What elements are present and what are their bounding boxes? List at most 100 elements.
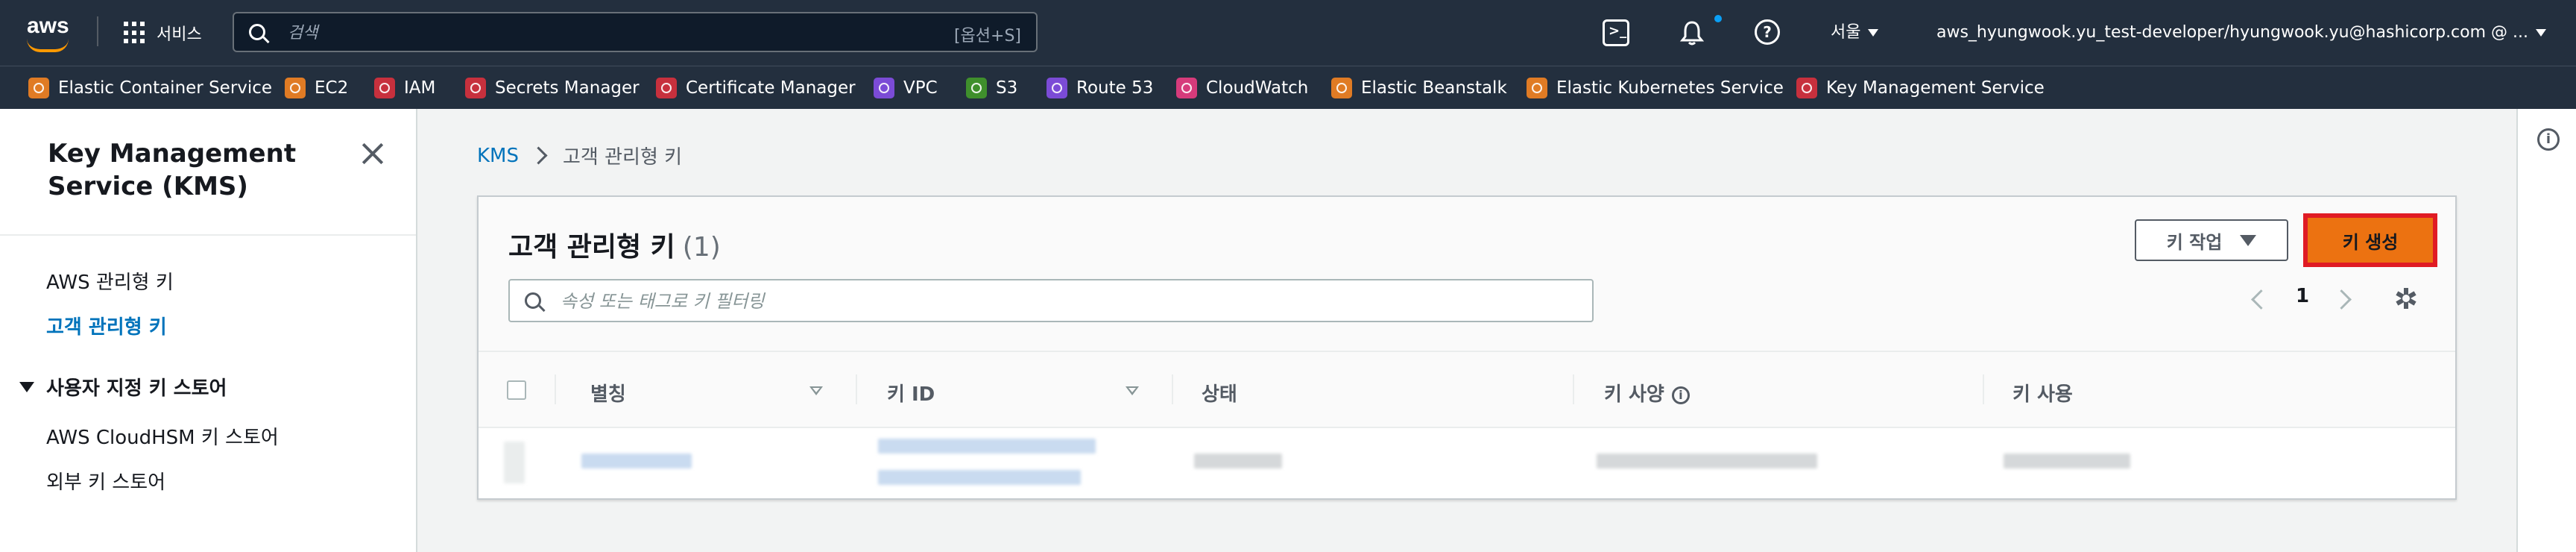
certificate-manager-service-icon (656, 78, 677, 98)
account-menu[interactable]: aws_hyungwook.yu_test-developer/hyungwoo… (1936, 18, 2547, 48)
services-label: 서비스 (157, 25, 202, 44)
elastic-beanstalk-service-icon (1331, 78, 1352, 98)
favorite-label: S3 (996, 78, 1018, 98)
favorite-elastic-beanstalk[interactable]: Elastic Beanstalk (1331, 75, 1507, 101)
redacted-key-id-line-1[interactable] (878, 439, 1096, 454)
cloudwatch-service-icon (1176, 78, 1197, 98)
sidebar-section-custom-key-stores[interactable]: 사용자 지정 키 스토어 (19, 373, 227, 401)
key-spec-label: 키 사양 (1604, 383, 1664, 406)
info-icon[interactable]: i (1671, 386, 1690, 404)
region-selector[interactable]: 서울 (1831, 18, 1879, 48)
favorite-s3[interactable]: S3 (966, 75, 1017, 101)
caret-down-icon (2240, 234, 2257, 246)
favorite-ecs[interactable]: Elastic Container Service (28, 75, 272, 101)
favorite-cloudwatch[interactable]: CloudWatch (1176, 75, 1308, 101)
sidebar-item-external-key-stores[interactable]: 외부 키 스토어 (46, 467, 165, 495)
column-header-status[interactable]: 상태 (1202, 379, 1237, 407)
route53-service-icon (1046, 78, 1067, 98)
chevron-right-icon (529, 146, 548, 165)
breadcrumb: KMS 고객 관리형 키 (477, 142, 682, 169)
account-label: aws_hyungwook.yu_test-developer/hyungwoo… (1936, 23, 2529, 42)
cloudshell-icon[interactable] (1603, 19, 1629, 46)
notification-dot (1714, 15, 1722, 22)
column-separator (555, 374, 556, 404)
sort-icon[interactable] (1126, 386, 1139, 395)
global-search-box[interactable]: [옵션+S] (233, 12, 1038, 52)
favorite-vpc[interactable]: VPC (874, 75, 938, 101)
kms-service-icon (1796, 78, 1817, 98)
eks-service-icon (1527, 78, 1547, 98)
favorite-secrets-manager[interactable]: Secrets Manager (465, 75, 640, 101)
create-key-button[interactable]: 키 생성 (2303, 213, 2437, 267)
sidebar-divider (0, 234, 416, 236)
sidebar: Key Management Service (KMS) AWS 관리형 키 고… (0, 109, 417, 552)
help-icon[interactable]: ? (1755, 19, 1780, 45)
sidebar-item-customer-managed-keys[interactable]: 고객 관리형 키 (46, 312, 167, 339)
help-panel-rail: i (2516, 109, 2576, 552)
favorite-iam[interactable]: IAM (374, 75, 435, 101)
nav-divider (97, 16, 98, 46)
info-icon[interactable]: i (2537, 128, 2560, 151)
chevron-down-icon (2536, 29, 2547, 37)
favorite-label: Secrets Manager (495, 78, 640, 98)
sidebar-title[interactable]: Key Management Service (KMS) (48, 137, 331, 203)
region-label: 서울 (1831, 23, 1861, 42)
top-navigation: aws 서비스 [옵션+S] ? 서울 aws_hyungwook.yu_tes… (0, 0, 2576, 66)
page-number[interactable]: 1 (2296, 285, 2309, 307)
column-header-alias[interactable]: 별칭 (590, 379, 626, 407)
key-filter-input[interactable] (559, 288, 1531, 315)
favorite-label: Key Management Service (1826, 78, 2045, 98)
close-icon[interactable] (358, 139, 388, 169)
customer-managed-keys-panel: 고객 관리형 키(1) 키 작업 키 생성 1 별칭 키 ID (477, 195, 2457, 500)
column-header-key-spec[interactable]: 키 사양 i (1604, 379, 1690, 407)
panel-title-text: 고객 관리형 키 (508, 232, 675, 263)
sort-icon[interactable] (809, 386, 823, 395)
favorite-kms[interactable]: Key Management Service (1796, 75, 2045, 101)
redacted-alias[interactable] (581, 454, 692, 468)
key-actions-button[interactable]: 키 작업 (2135, 219, 2288, 261)
column-header-key-id[interactable]: 키 ID (887, 379, 935, 407)
key-filter-box[interactable] (508, 279, 1594, 322)
favorite-label: Route 53 (1076, 78, 1154, 98)
breadcrumb-kms-link[interactable]: KMS (477, 145, 519, 167)
favorite-label: VPC (903, 78, 938, 98)
panel-header: 고객 관리형 키(1) 키 작업 키 생성 1 (479, 197, 2455, 352)
redacted-key-id-line-2[interactable] (878, 470, 1081, 485)
search-icon (249, 24, 265, 40)
table-header: 별칭 키 ID 상태 키 사양 i 키 사용 (479, 352, 2455, 428)
column-separator (1573, 374, 1574, 404)
services-menu-button[interactable]: 서비스 (124, 18, 202, 48)
gear-hole (2402, 295, 2410, 302)
table-row[interactable] (479, 428, 2455, 498)
create-key-label: 키 생성 (2342, 231, 2399, 253)
secrets-manager-service-icon (465, 78, 486, 98)
select-all-checkbox[interactable] (507, 380, 526, 400)
next-page-icon[interactable] (2332, 289, 2352, 310)
favorite-label: EC2 (315, 78, 349, 98)
column-separator (856, 374, 857, 404)
notifications-bell-icon[interactable] (1677, 18, 1707, 48)
previous-page-icon[interactable] (2251, 289, 2271, 310)
favorite-certificate-manager[interactable]: Certificate Manager (656, 75, 856, 101)
favorite-eks[interactable]: Elastic Kubernetes Service (1527, 75, 1784, 101)
column-header-key-usage[interactable]: 키 사용 (2012, 379, 2073, 407)
sidebar-item-aws-managed-keys[interactable]: AWS 관리형 키 (46, 267, 174, 295)
aws-logo[interactable]: aws (27, 13, 69, 39)
column-separator (1172, 374, 1173, 404)
aws-logo-smile (27, 39, 69, 52)
column-separator (1983, 374, 1984, 404)
row-checkbox[interactable] (504, 442, 525, 483)
global-search-input[interactable] (286, 19, 886, 46)
favorite-ec2[interactable]: EC2 (285, 75, 348, 101)
sidebar-item-cloudhsm-key-stores[interactable]: AWS CloudHSM 키 스토어 (46, 422, 279, 450)
breadcrumb-current: 고객 관리형 키 (563, 146, 683, 169)
favorite-route53[interactable]: Route 53 (1046, 75, 1153, 101)
search-shortcut-hint: [옵션+S] (953, 27, 1021, 46)
ecs-service-icon (28, 78, 49, 98)
favorite-label: Elastic Container Service (58, 78, 273, 98)
bell-icon (1679, 21, 1705, 46)
favorite-label: Elastic Kubernetes Service (1556, 78, 1784, 98)
gear-icon[interactable] (2396, 288, 2416, 309)
favorite-label: CloudWatch (1206, 78, 1309, 98)
caret-down-icon (19, 381, 34, 392)
